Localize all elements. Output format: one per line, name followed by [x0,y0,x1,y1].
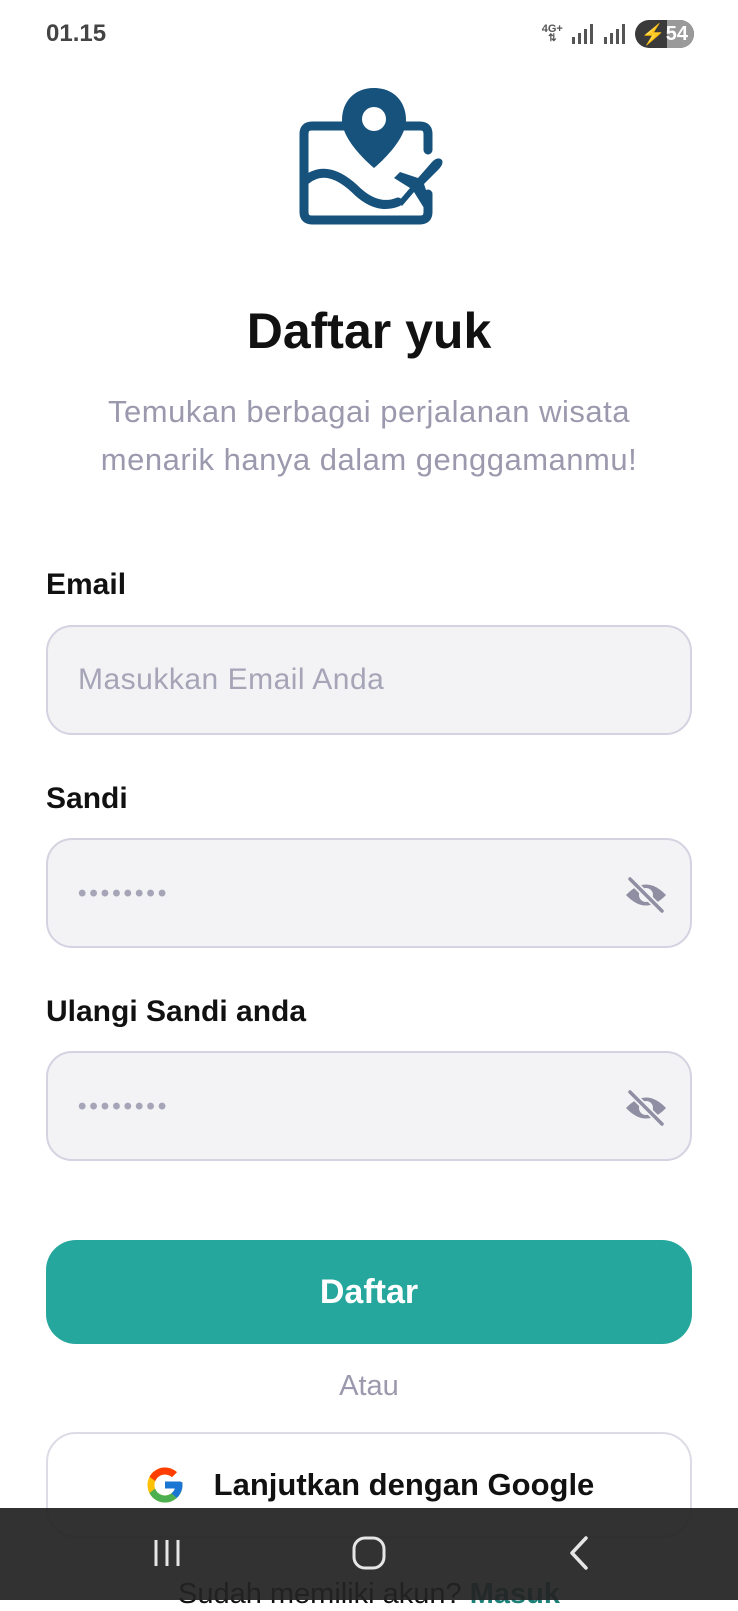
map-location-plane-icon [299,88,443,225]
status-icons: 4G+ ⇅ ⚡ 54 [542,20,694,48]
google-icon [147,1467,183,1503]
back-icon[interactable] [554,1530,604,1576]
navigation-bar [0,1508,738,1600]
page-subtitle: Temukan berbagai perjalanan wisata menar… [100,394,638,477]
email-placeholder: Masukkan Email Anda [78,663,385,696]
register-button[interactable]: Daftar [46,1240,692,1344]
home-icon[interactable] [344,1530,394,1576]
eye-off-icon[interactable] [624,876,668,914]
signal-icon-2 [603,24,625,44]
signal-icon [571,24,593,44]
password-field[interactable]: •••••••• [46,838,692,948]
page-title: Daftar yuk [246,303,492,359]
eye-off-icon[interactable] [624,1089,668,1127]
password-label: Sandi [46,782,128,815]
email-label: Email [46,568,127,601]
password-masked-value: •••••••• [78,880,170,907]
network-type: 4G+ ⇅ [541,23,563,44]
battery-icon: ⚡ 54 [634,20,694,48]
confirm-password-masked-value: •••••••• [78,1093,170,1120]
or-divider-text: Atau [339,1370,399,1402]
email-field[interactable]: Masukkan Email Anda [46,625,692,735]
status-time: 01.15 [46,20,107,47]
recent-apps-icon[interactable] [142,1530,192,1576]
google-button-label: Lanjutkan dengan Google [213,1467,595,1502]
confirm-password-label: Ulangi Sandi anda [46,995,307,1028]
confirm-password-field[interactable]: •••••••• [46,1051,692,1161]
